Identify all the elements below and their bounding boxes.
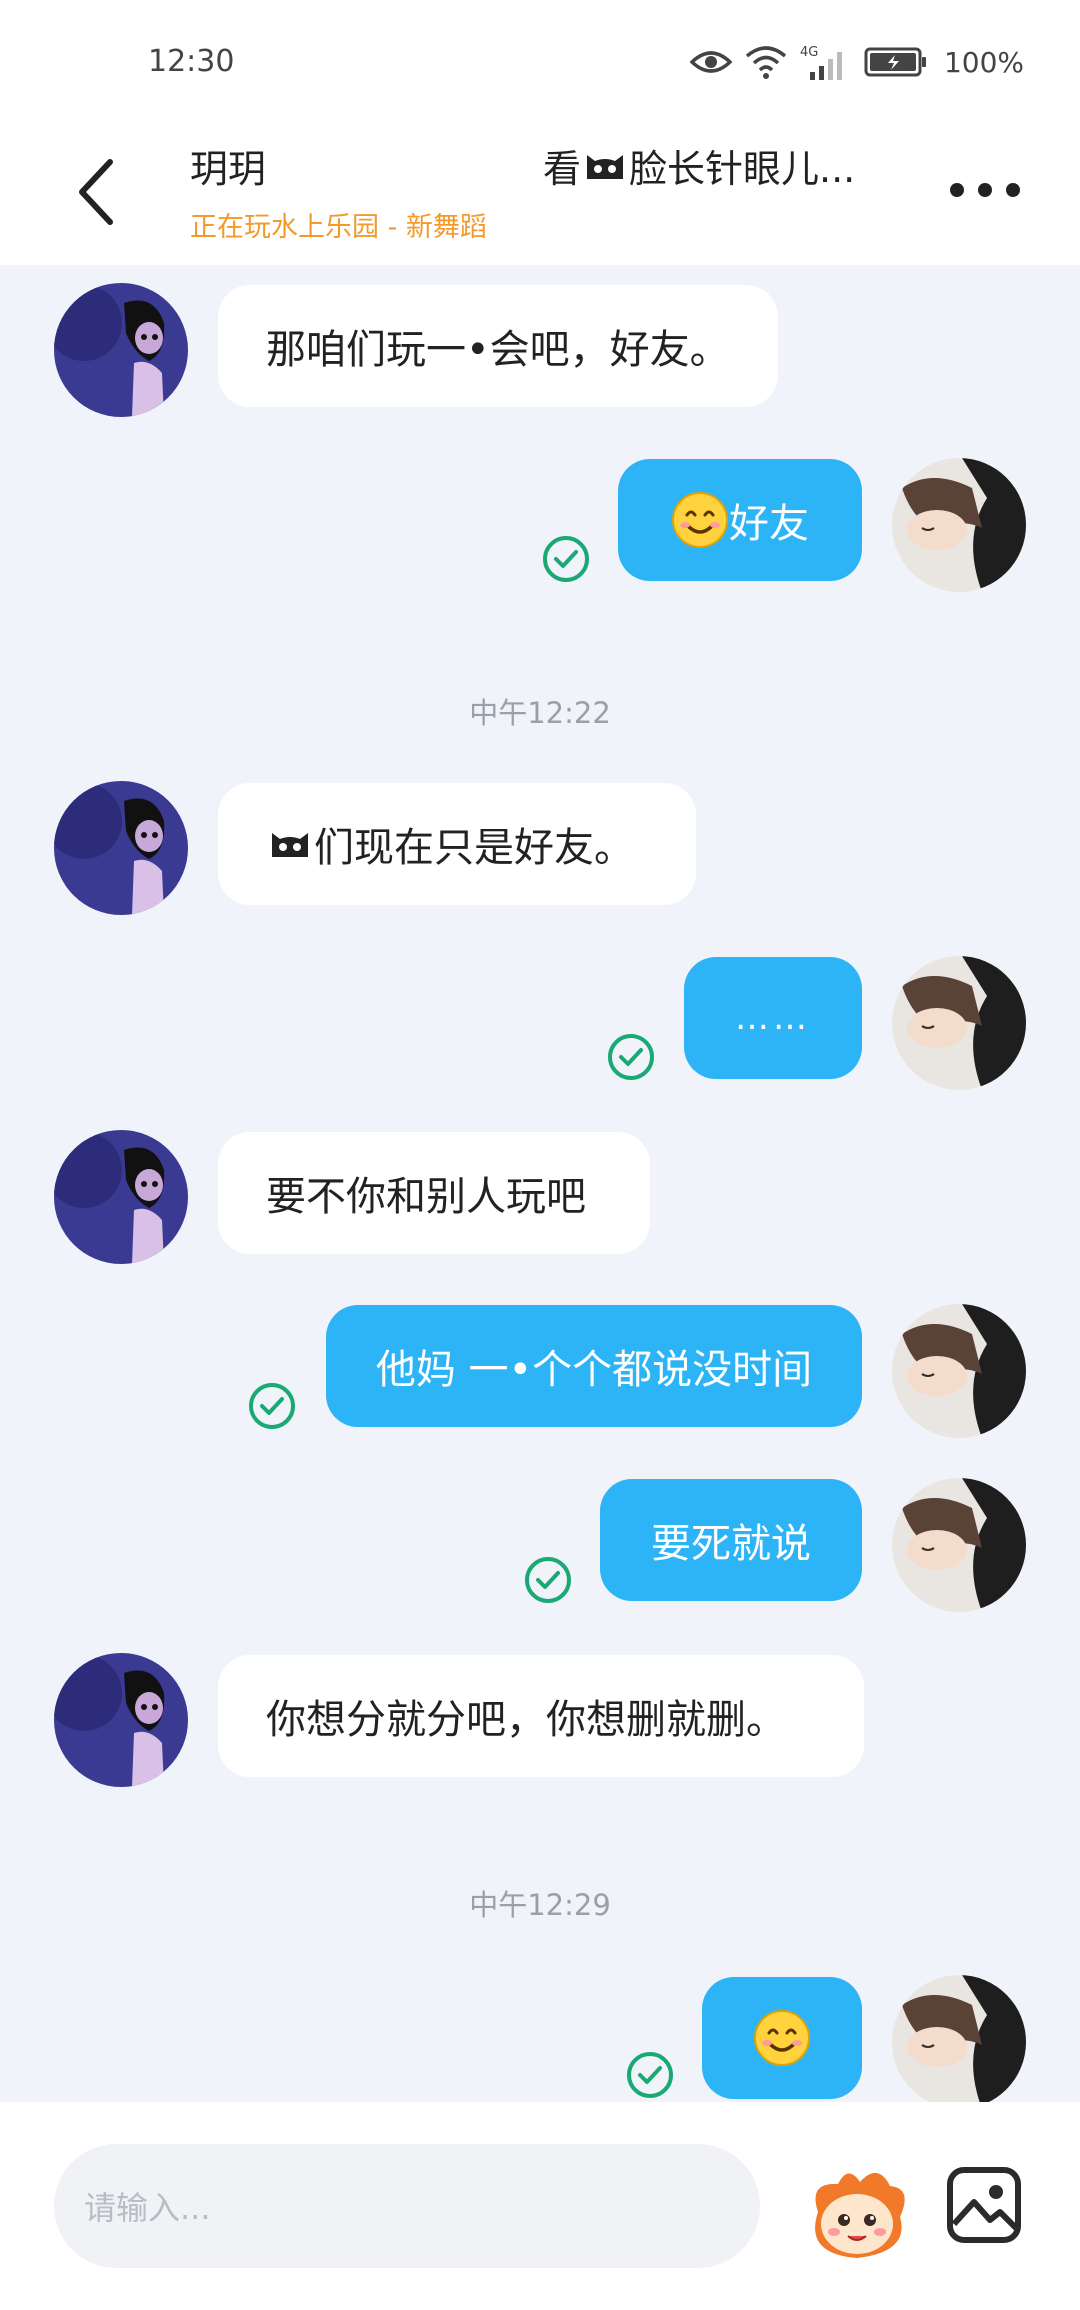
contact-avatar[interactable] [54,1130,188,1264]
message-bubble[interactable]: 要不你和别人玩吧 [218,1132,650,1254]
back-arrow-icon[interactable] [70,152,120,232]
header-title-suffix: 脸长针眼儿... [629,147,856,191]
sent-check-icon [627,2052,673,2098]
contact-avatar[interactable] [54,1653,188,1787]
sent-check-icon [249,1383,295,1429]
status-time: 12:30 [148,44,235,79]
message-input[interactable]: 请输入... [54,2144,760,2268]
cat-face-icon [587,154,624,179]
my-avatar[interactable] [892,1478,1026,1612]
input-placeholder: 请输入... [84,2189,211,2227]
message-bubble[interactable]: …… [684,957,862,1079]
message-bubble[interactable] [702,1977,862,2099]
message-text: 那咱们玩一•会吧，好友。 [266,327,730,373]
signal-icon: 4G [800,45,842,80]
status-icons: 4G 100% [689,38,1024,86]
status-bar: 12:30 4G 100% [0,0,1080,120]
chat-screen: 12:30 4G 100% 玥玥 正在玩水上乐园 - 新舞蹈 看 脸长针眼儿..… [0,0,1080,2310]
contact-avatar[interactable] [54,283,188,417]
contact-name[interactable]: 玥玥 [190,138,266,193]
my-avatar[interactable] [892,1304,1026,1438]
input-bar: 请输入... [0,2102,1080,2310]
message-bubble[interactable]: 你想分就分吧，你想删就删。 [218,1655,864,1777]
battery-icon [864,47,926,77]
image-picker-icon[interactable] [944,2162,1024,2248]
smiling-face-icon [754,2010,810,2066]
wifi-icon [745,46,787,79]
message-bubble[interactable]: 他妈 一•个个都说没时间 [326,1305,862,1427]
my-avatar[interactable] [892,956,1026,1090]
message-timestamp: 中午12:29 [469,1888,611,1922]
message-text: 你想分就分吧，你想删就删。 [266,1697,786,1743]
smiling-face-icon [672,492,728,548]
message-bubble[interactable]: 要死就说 [600,1479,862,1601]
sent-check-icon [608,1034,654,1080]
message-list[interactable]: 那咱们玩一•会吧，好友。 好友 中午12:22 们现在只是好友。 …… 要不你和… [0,265,1080,2109]
header-title: 看 脸长针眼儿... [543,138,855,193]
contact-avatar[interactable] [54,781,188,915]
message-text: 要死就说 [651,1521,811,1567]
network-type-label: 4G [800,45,818,60]
eye-icon [689,51,732,73]
contact-status: 正在玩水上乐园 - 新舞蹈 [190,212,487,243]
my-avatar[interactable] [892,1975,1026,2109]
more-icon[interactable] [950,170,1020,210]
battery-percentage: 100% [943,45,1024,79]
message-text: 们现在只是好友。 [314,825,634,871]
header-title-prefix: 看 [543,147,582,191]
my-avatar[interactable] [892,458,1026,592]
message-bubble[interactable]: 好友 [618,459,862,581]
sent-check-icon [543,536,589,582]
mascot-sticker-icon[interactable] [798,2162,916,2262]
message-text: …… [735,998,811,1038]
message-text: 要不你和别人玩吧 [266,1174,586,1220]
message-timestamp: 中午12:22 [469,696,611,730]
message-text: 好友 [729,501,809,547]
sent-check-icon [525,1557,571,1603]
message-bubble[interactable]: 那咱们玩一•会吧，好友。 [218,285,778,407]
cat-face-icon [272,833,308,857]
message-text: 他妈 一•个个都说没时间 [375,1347,813,1393]
message-bubble[interactable]: 们现在只是好友。 [218,783,696,905]
chat-header: 玥玥 正在玩水上乐园 - 新舞蹈 看 脸长针眼儿... [0,120,1080,265]
